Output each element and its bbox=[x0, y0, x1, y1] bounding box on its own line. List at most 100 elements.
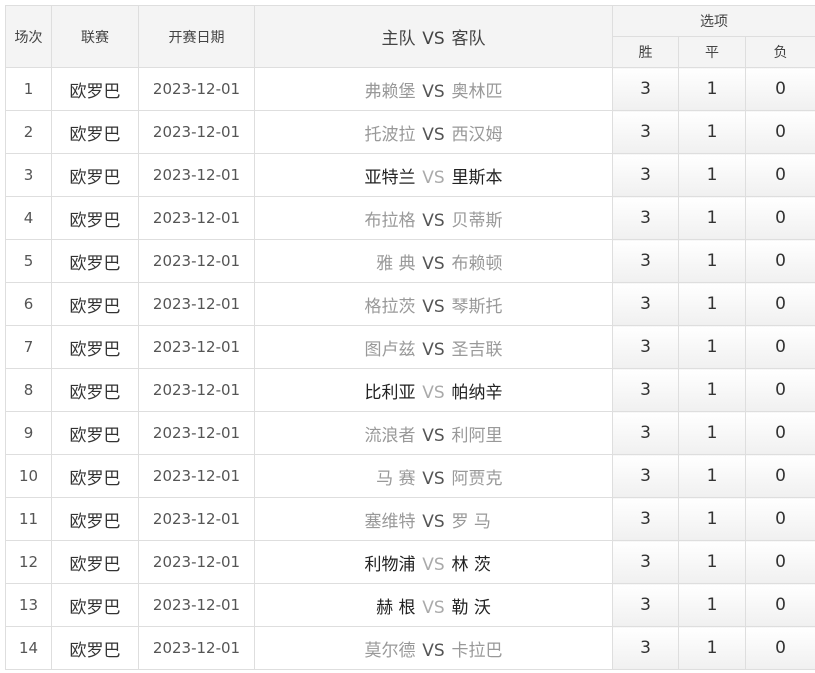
away-team: 罗 马 bbox=[451, 511, 491, 532]
row-match: 比利亚 VS 帕纳辛 bbox=[254, 368, 613, 412]
option-lose-button[interactable]: 0 bbox=[744, 454, 815, 498]
away-team: 帕纳辛 bbox=[451, 382, 503, 403]
row-index: 2 bbox=[5, 110, 52, 154]
option-lose-button[interactable]: 0 bbox=[744, 626, 815, 670]
away-team: 卡拉巴 bbox=[451, 640, 503, 661]
away-team: 奥林匹 bbox=[451, 81, 503, 102]
row-date: 2023-12-01 bbox=[138, 368, 255, 412]
option-lose-button[interactable]: 0 bbox=[744, 196, 815, 240]
option-draw-button[interactable]: 1 bbox=[678, 583, 746, 627]
option-draw-button[interactable]: 1 bbox=[678, 196, 746, 240]
row-date: 2023-12-01 bbox=[138, 239, 255, 283]
option-draw-button[interactable]: 1 bbox=[678, 239, 746, 283]
row-match: 图卢兹 VS 圣吉联 bbox=[254, 325, 613, 369]
option-draw-button[interactable]: 1 bbox=[678, 540, 746, 584]
away-team: 贝蒂斯 bbox=[451, 210, 503, 231]
row-date: 2023-12-01 bbox=[138, 411, 255, 455]
option-draw-button[interactable]: 1 bbox=[678, 325, 746, 369]
header-index: 场次 bbox=[5, 5, 52, 68]
option-lose-button[interactable]: 0 bbox=[744, 583, 815, 627]
away-team: 勒 沃 bbox=[451, 597, 491, 618]
table-row: 5 欧罗巴 2023-12-01 雅 典 VS 布赖顿 3 1 0 bbox=[5, 239, 815, 283]
table-header: 场次 联赛 开赛日期 主队 VS 客队 选项 胜 平 负 bbox=[5, 5, 815, 68]
row-index: 3 bbox=[5, 153, 52, 197]
header-home: 主队 bbox=[381, 29, 416, 49]
option-draw-button[interactable]: 1 bbox=[678, 368, 746, 412]
option-win-button[interactable]: 3 bbox=[612, 239, 679, 283]
header-away: 客队 bbox=[451, 29, 486, 49]
option-draw-button[interactable]: 1 bbox=[678, 497, 746, 541]
row-date: 2023-12-01 bbox=[138, 497, 255, 541]
row-league: 欧罗巴 bbox=[51, 540, 139, 584]
header-match: 主队 VS 客队 bbox=[254, 5, 613, 68]
option-lose-button[interactable]: 0 bbox=[744, 282, 815, 326]
option-lose-button[interactable]: 0 bbox=[744, 411, 815, 455]
vs-label: VS bbox=[422, 81, 445, 102]
table-row: 3 欧罗巴 2023-12-01 亚特兰 VS 里斯本 3 1 0 bbox=[5, 153, 815, 197]
vs-label: VS bbox=[422, 124, 445, 145]
option-lose-button[interactable]: 0 bbox=[744, 153, 815, 197]
vs-label: VS bbox=[422, 425, 445, 446]
option-lose-button[interactable]: 0 bbox=[744, 110, 815, 154]
away-team: 西汉姆 bbox=[451, 124, 503, 145]
row-match: 布拉格 VS 贝蒂斯 bbox=[254, 196, 613, 240]
table-row: 13 欧罗巴 2023-12-01 赫 根 VS 勒 沃 310 bbox=[5, 583, 815, 627]
option-win-button[interactable]: 3 bbox=[612, 411, 679, 455]
home-team: 流浪者 bbox=[364, 425, 416, 446]
row-date: 2023-12-01 bbox=[138, 626, 255, 670]
option-win-button[interactable]: 3 bbox=[612, 153, 679, 197]
option-win-button[interactable]: 3 bbox=[612, 282, 679, 326]
row-date: 2023-12-01 bbox=[138, 540, 255, 584]
match-table: 场次 联赛 开赛日期 主队 VS 客队 选项 胜 平 负 1 欧罗巴 2023-12-0… bbox=[5, 5, 815, 670]
table-row: 10 欧罗巴 2023-12-01 马 赛 VS 阿贾克 3 1 0 bbox=[5, 454, 815, 498]
row-date: 2023-12-01 bbox=[138, 153, 255, 197]
table-row: 14 欧罗巴 2023-12-01 莫尔德 VS 卡拉巴 3 1 0 bbox=[5, 626, 815, 670]
row-match: 亚特兰 VS 里斯本 bbox=[254, 153, 613, 197]
table-row: 9 欧罗巴 2023-12-01 流浪者 VS 利阿里 3 1 0 bbox=[5, 411, 815, 455]
option-win-button[interactable]: 3 bbox=[612, 540, 679, 584]
away-team: 利阿里 bbox=[451, 425, 503, 446]
header-opt-draw: 平 bbox=[678, 36, 746, 68]
table-row: 6 欧罗巴 2023-12-01 格拉茨 VS 琴斯托 3 1 0 bbox=[5, 282, 815, 326]
option-draw-button[interactable]: 1 bbox=[678, 110, 746, 154]
option-draw-button[interactable]: 1 bbox=[678, 454, 746, 498]
option-win-button[interactable]: 3 bbox=[612, 325, 679, 369]
away-team: 里斯本 bbox=[451, 167, 503, 188]
option-lose-button[interactable]: 0 bbox=[744, 497, 815, 541]
option-win-button[interactable]: 3 bbox=[612, 454, 679, 498]
home-team: 托波拉 bbox=[364, 124, 416, 145]
row-index: 1 bbox=[5, 67, 52, 111]
option-win-button[interactable]: 3 bbox=[612, 497, 679, 541]
home-team: 马 赛 bbox=[376, 468, 416, 489]
option-win-button[interactable]: 3 bbox=[612, 67, 679, 111]
row-match: 流浪者 VS 利阿里 bbox=[254, 411, 613, 455]
header-league: 联赛 bbox=[51, 5, 139, 68]
option-draw-button[interactable]: 1 bbox=[678, 67, 746, 111]
option-lose-button[interactable]: 0 bbox=[744, 540, 815, 584]
option-win-button[interactable]: 3 bbox=[612, 583, 679, 627]
option-draw-button[interactable]: 1 bbox=[678, 411, 746, 455]
vs-label: VS bbox=[422, 167, 445, 188]
header-date: 开赛日期 bbox=[138, 5, 255, 68]
header-options: 选项 bbox=[611, 5, 815, 37]
table-row: 11 欧罗巴 2023-12-01 塞维特 VS 罗 马 310 bbox=[5, 497, 815, 541]
option-draw-button[interactable]: 1 bbox=[678, 626, 746, 670]
option-lose-button[interactable]: 0 bbox=[744, 67, 815, 111]
row-league: 欧罗巴 bbox=[51, 368, 139, 412]
option-win-button[interactable]: 3 bbox=[612, 110, 679, 154]
option-draw-button[interactable]: 1 bbox=[678, 153, 746, 197]
vs-label: VS bbox=[422, 597, 445, 618]
vs-label: VS bbox=[422, 253, 445, 274]
option-win-button[interactable]: 3 bbox=[612, 196, 679, 240]
vs-label: VS bbox=[422, 296, 445, 317]
away-team: 圣吉联 bbox=[451, 339, 503, 360]
option-lose-button[interactable]: 0 bbox=[744, 368, 815, 412]
vs-label: VS bbox=[422, 382, 445, 403]
option-lose-button[interactable]: 0 bbox=[744, 239, 815, 283]
row-index: 11 bbox=[5, 497, 52, 541]
option-win-button[interactable]: 3 bbox=[612, 368, 679, 412]
row-league: 欧罗巴 bbox=[51, 454, 139, 498]
option-win-button[interactable]: 3 bbox=[612, 626, 679, 670]
option-lose-button[interactable]: 0 bbox=[744, 325, 815, 369]
option-draw-button[interactable]: 1 bbox=[678, 282, 746, 326]
